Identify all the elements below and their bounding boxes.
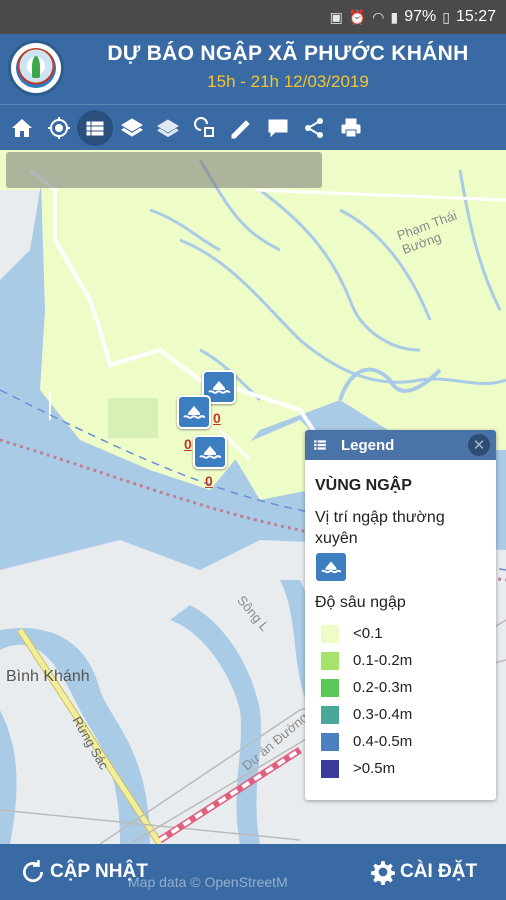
print-button[interactable] [333, 110, 369, 146]
settings-label: CÀI ĐẶT [400, 861, 478, 882]
share-icon [305, 117, 323, 138]
legend-panel: Legend ✕ VÙNG NGẬP Vị trí ngập thường xu… [305, 430, 496, 800]
legend-row-label: 0.3-0.4m [353, 706, 413, 723]
battery-icon: ▯ [442, 8, 450, 25]
legend-row-label: <0.1 [353, 625, 383, 642]
layers-button[interactable] [114, 110, 150, 146]
app-title: DỰ BÁO NGẬP XÃ PHƯỚC KHÁNH [107, 42, 469, 65]
locate-icon [47, 116, 70, 139]
map-toolbar [0, 104, 506, 150]
battery-level: 97% [404, 8, 437, 25]
legend-row: 0.3-0.4m [321, 701, 412, 728]
clock: 15:27 [455, 8, 496, 25]
home-icon [12, 118, 32, 137]
legend-swatch [321, 624, 339, 643]
legend-swatch [321, 759, 339, 778]
legend-frequent-label: Vị trí ngập thường xuyên [315, 509, 445, 547]
app-header: DỰ BÁO NGẬP XÃ PHƯỚC KHÁNH 15h - 21h 12/… [0, 34, 506, 104]
legend-row: <0.1 [321, 620, 412, 647]
legend-row: >0.5m [321, 755, 412, 782]
close-icon: ✕ [472, 437, 486, 454]
home-button[interactable] [4, 110, 40, 146]
layers-icon [120, 117, 143, 137]
flood-icon [208, 381, 231, 394]
flood-icon [199, 446, 222, 459]
settings-button[interactable]: CÀI ĐẶT [370, 844, 477, 900]
list-icon [314, 440, 326, 450]
legend-row-label: 0.4-0.5m [353, 733, 413, 750]
wifi-icon: ◠ [372, 8, 385, 25]
flood-marker[interactable] [193, 435, 227, 469]
legend-section-title: VÙNG NGẬP [315, 477, 412, 494]
flood-marker[interactable] [177, 395, 211, 429]
comment-button[interactable] [260, 110, 296, 146]
identify-button[interactable] [187, 110, 223, 146]
bottom-bar: CẬP NHẬT Map data © OpenStreetM CÀI ĐẶT [0, 844, 506, 900]
gear-icon [371, 861, 395, 885]
flood-depth-value[interactable]: 0 [184, 436, 192, 452]
legend-row-label: 0.1-0.2m [353, 652, 413, 669]
place-label-binh-khanh: Bình Khánh [6, 668, 90, 685]
identify-icon [193, 116, 214, 137]
legend-swatch [321, 705, 339, 724]
legend-close-button[interactable]: ✕ [468, 434, 490, 456]
refresh-icon [23, 860, 44, 883]
share-button[interactable] [296, 110, 332, 146]
legend-row-label: 0.2-0.3m [353, 679, 413, 696]
signal-icon: ▮ [390, 8, 399, 25]
legend-button[interactable] [77, 109, 113, 146]
search-box[interactable] [6, 152, 322, 188]
status-bar: ▣ ⏰ ◠ ▮ 97% ▯ 15:27 [0, 0, 506, 34]
app-logo [8, 40, 64, 96]
print-icon [341, 118, 360, 137]
forecast-time: 15h - 21h 12/03/2019 [207, 72, 369, 91]
map-attribution: Map data © OpenStreetM [128, 874, 288, 890]
measure-icon [231, 119, 250, 138]
legend-row-label: >0.5m [353, 760, 396, 777]
comment-icon [268, 119, 287, 137]
image-notification-icon: ▣ [329, 8, 343, 25]
basemap-button[interactable] [150, 110, 186, 146]
legend-depth-list: <0.1 0.1-0.2m 0.2-0.3m 0.3-0.4m 0.4-0.5m… [321, 620, 412, 782]
legend-row: 0.1-0.2m [321, 647, 412, 674]
legend-swatch [321, 651, 339, 670]
legend-row: 0.2-0.3m [321, 674, 412, 701]
measure-button[interactable] [223, 110, 259, 146]
legend-title: Legend [341, 436, 395, 454]
legend-swatch [321, 732, 339, 751]
flood-depth-value[interactable]: 0 [205, 473, 213, 489]
legend-depth-label: Độ sâu ngập [315, 594, 406, 611]
layers-outline-icon [157, 118, 179, 137]
legend-header: Legend ✕ [305, 430, 496, 460]
map-view[interactable]: Phạm Thái Bường Sông L Rừng Sác Dự án Đư… [0, 150, 506, 844]
flood-icon [183, 406, 206, 419]
list-icon [86, 121, 104, 135]
legend-row: 0.4-0.5m [321, 728, 412, 755]
flood-icon [321, 561, 342, 574]
flood-marker-sample [316, 553, 346, 581]
locate-button[interactable] [41, 110, 77, 146]
alarm-icon: ⏰ [348, 8, 367, 25]
legend-swatch [321, 678, 339, 697]
update-button[interactable]: CẬP NHẬT [20, 844, 148, 900]
flood-depth-value[interactable]: 0 [213, 410, 221, 426]
